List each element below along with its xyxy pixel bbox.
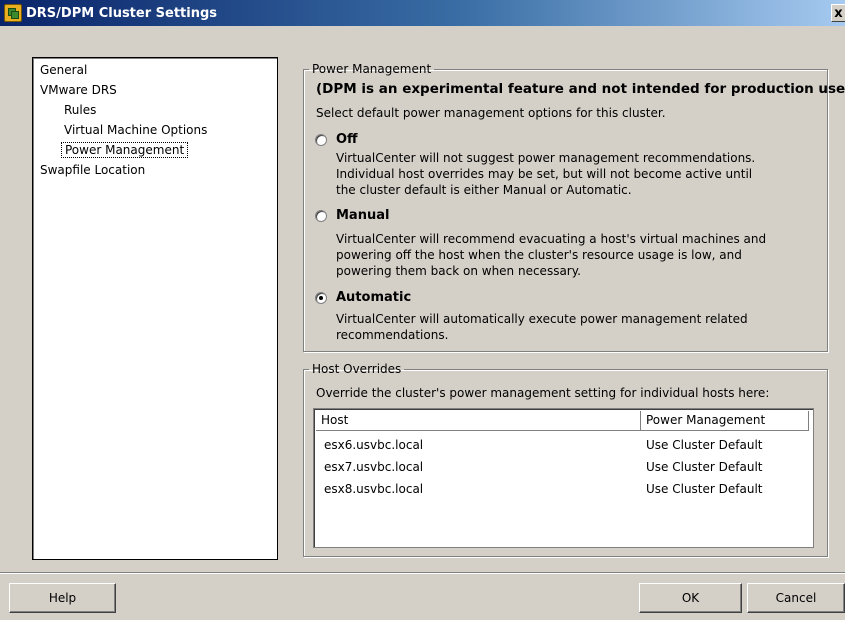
column-header-power-management[interactable]: Power Management (641, 411, 809, 431)
window-title: DRS/DPM Cluster Settings (26, 5, 218, 21)
automatic-description: VirtualCenter will automatically execute… (336, 311, 748, 343)
nav-item-vmware-drs[interactable]: VMware DRS (33, 80, 277, 100)
close-icon[interactable]: x (831, 4, 845, 22)
nav-item-rules[interactable]: Rules (33, 100, 277, 120)
description-line: VirtualCenter will recommend evacuating … (336, 232, 767, 246)
manual-description: VirtualCenter will recommend evacuating … (336, 231, 766, 279)
host-overrides-legend: Host Overrides (312, 362, 402, 376)
automatic-radio-label: Automatic (336, 290, 412, 305)
nav-item-swapfile-location[interactable]: Swapfile Location (33, 160, 277, 180)
nav-item-label: Virtual Machine Options (64, 123, 208, 137)
automatic-radio[interactable] (315, 291, 327, 304)
host-cell: esx8.usvbc.local (324, 482, 424, 496)
nav-item-label: General (40, 63, 88, 77)
help-button[interactable]: Help (9, 583, 116, 613)
description-line: VirtualCenter will not suggest power man… (336, 151, 756, 165)
footer-divider (0, 572, 845, 574)
host-overrides-table: Host Power Management esx6.usvbc.local U… (313, 408, 814, 548)
experimental-warning: (DPM is an experimental feature and not … (316, 81, 845, 97)
power-management-cell[interactable]: Use Cluster Default (641, 456, 809, 478)
host-cell: esx7.usvbc.local (324, 460, 424, 474)
description-line: powering off the host when the cluster's… (336, 248, 742, 262)
option-manual[interactable]: Manual (315, 208, 389, 223)
option-automatic[interactable]: Automatic (315, 290, 411, 305)
power-management-legend: Power Management (312, 62, 432, 76)
host-overrides-instruction: Override the cluster's power management … (316, 386, 770, 400)
power-management-cell[interactable]: Use Cluster Default (641, 434, 809, 456)
window-title-bar: DRS/DPM Cluster Settings x (0, 0, 845, 26)
cancel-button[interactable]: Cancel (747, 583, 845, 613)
table-row[interactable]: esx8.usvbc.local Use Cluster Default (316, 478, 809, 500)
ok-button[interactable]: OK (639, 583, 742, 613)
description-line: recommendations. (336, 328, 449, 342)
nav-item-general[interactable]: General (33, 60, 277, 80)
description-line: the cluster default is either Manual or … (336, 183, 632, 197)
table-header: Host Power Management (316, 411, 811, 431)
column-header-host[interactable]: Host (316, 411, 641, 431)
nav-item-virtual-machine-options[interactable]: Virtual Machine Options (33, 120, 277, 140)
description-line: Individual host overrides may be set, bu… (336, 167, 753, 181)
power-management-instruction: Select default power management options … (316, 106, 666, 120)
host-cell: esx6.usvbc.local (324, 438, 424, 452)
manual-radio-label: Manual (336, 208, 390, 223)
table-row[interactable]: esx7.usvbc.local Use Cluster Default (316, 456, 809, 478)
nav-item-power-management[interactable]: Power Management (33, 140, 277, 160)
description-line: powering them back on when necessary. (336, 264, 581, 278)
settings-nav-tree: General VMware DRS Rules Virtual Machine… (32, 57, 278, 560)
power-management-cell[interactable]: Use Cluster Default (641, 478, 809, 500)
cluster-app-icon (4, 4, 22, 22)
nav-item-label: VMware DRS (40, 83, 117, 97)
option-off[interactable]: Off (315, 132, 358, 147)
description-line: VirtualCenter will automatically execute… (336, 312, 748, 326)
nav-item-label: Rules (64, 103, 97, 117)
nav-item-label: Swapfile Location (40, 163, 146, 177)
table-row[interactable]: esx6.usvbc.local Use Cluster Default (316, 434, 809, 456)
off-radio-label: Off (336, 132, 358, 147)
manual-radio[interactable] (315, 209, 327, 222)
nav-item-label: Power Management (61, 142, 189, 158)
off-radio[interactable] (315, 133, 327, 146)
off-description: VirtualCenter will not suggest power man… (336, 150, 755, 198)
